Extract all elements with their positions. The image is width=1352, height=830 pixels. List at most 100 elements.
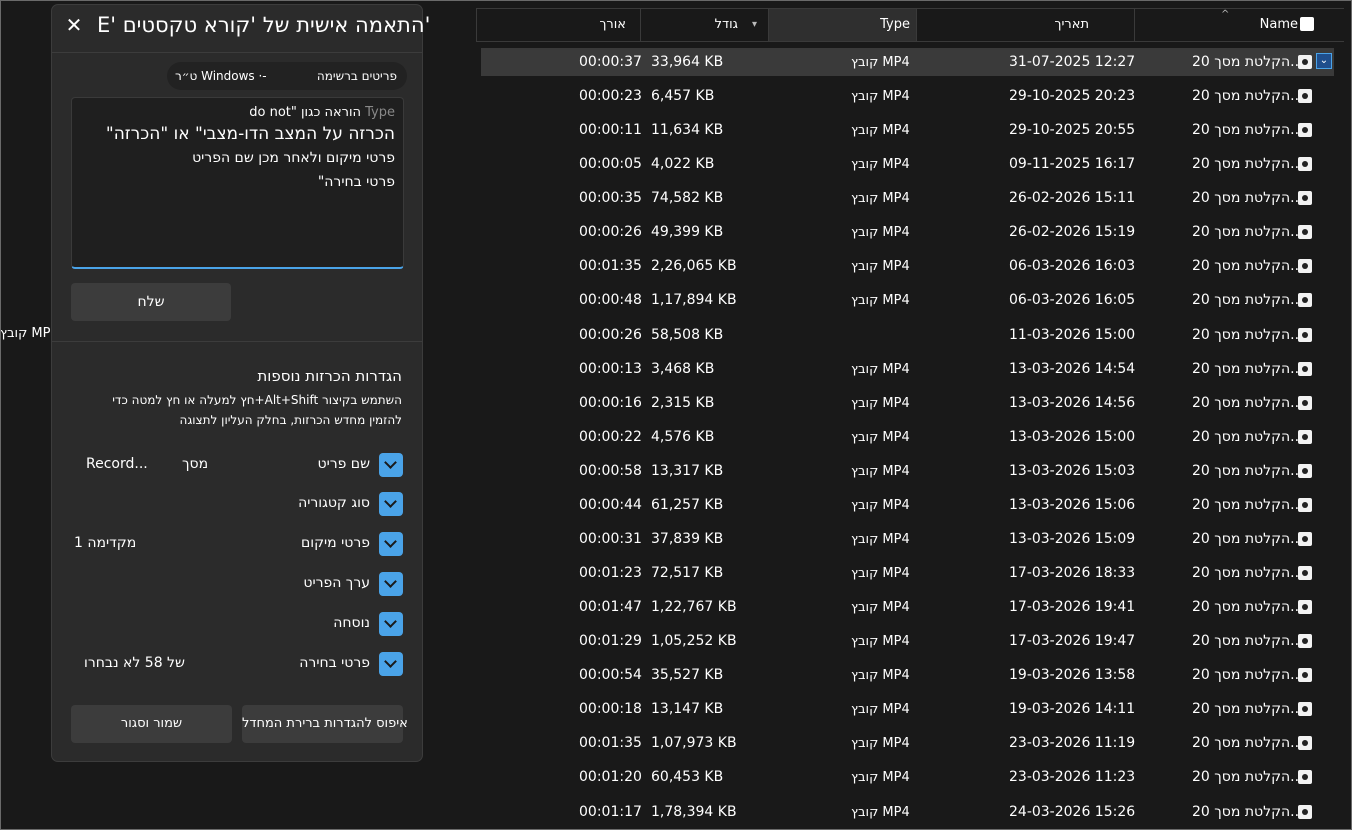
length-cell: 00:00:44: [579, 497, 642, 513]
type-cell: קובץ MP4: [851, 600, 910, 615]
size-cell: 1,78,394 KB: [651, 804, 737, 820]
table-row[interactable]: 00:00:11 11,634 KB קובץ MP4 29-10-2025 20:5…: [481, 116, 1334, 144]
date-cell: 13-03-2026 14:54: [1009, 361, 1136, 377]
table-row[interactable]: 00:01:35 2,26,065 KB קובץ MP4 06-03-2026 16…: [481, 252, 1334, 280]
video-file-icon: [1298, 293, 1312, 307]
table-row[interactable]: 00:01:47 1,22,767 KB קובץ MP4 17-03-2026 19…: [481, 593, 1334, 621]
save-and-close-button[interactable]: שמור וסגור: [71, 705, 232, 743]
select-all-checkbox[interactable]: [1300, 17, 1314, 31]
length-cell: 00:01:20: [579, 769, 642, 785]
table-row[interactable]: 00:01:23 72,517 KB קובץ MP4 17-03-2026 18:3…: [481, 559, 1334, 587]
chevron-down-icon[interactable]: [379, 492, 403, 516]
send-button[interactable]: שלח: [71, 283, 231, 321]
date-cell: 13-03-2026 14:56: [1009, 395, 1136, 411]
date-cell: 26-02-2026 15:11: [1009, 190, 1136, 206]
table-row[interactable]: 00:00:35 74,582 KB קובץ MP4 26-02-2026 15:1…: [481, 184, 1334, 212]
size-cell: 61,257 KB: [651, 497, 724, 513]
date-cell: 13-03-2026 15:09: [1009, 531, 1136, 547]
table-row[interactable]: 00:00:23 6,457 KB קובץ MP4 29-10-2025 20:23…: [481, 82, 1334, 110]
setting-row: נוסחה: [52, 612, 424, 636]
video-file-icon: [1298, 362, 1312, 376]
divider: [52, 341, 422, 342]
type-cell: קובץ MP4: [851, 362, 910, 377]
table-row[interactable]: 00:00:31 37,839 KB קובץ MP4 13-03-2026 15:0…: [481, 525, 1334, 553]
advanced-settings-title: הגדרות הכרזות נוספות: [257, 367, 402, 385]
column-size[interactable]: גודל: [640, 9, 768, 41]
dialog-title: E' התאמה אישית של 'קורא טקסטים': [97, 13, 431, 37]
table-row[interactable]: 00:00:58 13,317 KB קובץ MP4 13-03-2026 15:0…: [481, 457, 1334, 485]
type-cell: קובץ MP4: [851, 293, 910, 308]
table-row[interactable]: 00:00:44 61,257 KB קובץ MP4 13-03-2026 15:0…: [481, 491, 1334, 519]
name-cell: הקלטת מסך 20...: [1192, 463, 1304, 479]
date-cell: 19-03-2026 14:11: [1009, 701, 1136, 717]
video-file-icon: [1298, 770, 1312, 784]
date-cell: 13-03-2026 15:00: [1009, 429, 1136, 445]
name-cell: הקלטת מסך 20...: [1192, 497, 1304, 513]
video-file-icon: [1298, 157, 1312, 171]
table-row[interactable]: 00:00:22 4,576 KB קובץ MP4 13-03-2026 15:00…: [481, 423, 1334, 451]
name-cell: הקלטת מסך 20...: [1192, 667, 1304, 683]
length-cell: 00:00:26: [579, 327, 642, 343]
setting-value: Record...: [86, 456, 148, 472]
table-row[interactable]: 00:01:17 1,78,394 KB קובץ MP4 24-03-2026 15…: [481, 798, 1334, 826]
chevron-down-icon[interactable]: [379, 572, 403, 596]
column-type[interactable]: Type: [768, 9, 916, 41]
table-row[interactable]: 00:00:48 1,17,894 KB קובץ MP4 06-03-2026 16…: [481, 286, 1334, 314]
type-cell: קובץ MP4: [851, 55, 910, 70]
table-row[interactable]: 00:00:54 35,527 KB קובץ MP4 19-03-2026 13:5…: [481, 661, 1334, 689]
date-cell: 23-03-2026 11:19: [1009, 735, 1136, 751]
setting-row: פרטי מיקום 1 מקדימה: [52, 532, 424, 556]
date-cell: 09-11-2025 16:17: [1009, 156, 1136, 172]
table-row[interactable]: 00:00:13 3,468 KB קובץ MP4 13-03-2026 14:54…: [481, 355, 1334, 383]
column-length[interactable]: אורך: [476, 9, 640, 41]
length-cell: 00:00:54: [579, 667, 642, 683]
size-cell: 2,26,065 KB: [651, 258, 737, 274]
type-cell: קובץ MP4: [851, 430, 910, 445]
name-cell: הקלטת מסך 20...: [1192, 292, 1304, 308]
length-cell: 00:00:16: [579, 395, 642, 411]
size-cell: 35,527 KB: [651, 667, 724, 683]
setting-label: פרטי בחירה: [299, 655, 370, 671]
table-row[interactable]: 00:00:05 4,022 KB קובץ MP4 09-11-2025 16:17…: [481, 150, 1334, 178]
chevron-down-icon[interactable]: [379, 612, 403, 636]
table-row[interactable]: 00:00:26 58,508 KB 11-03-2026 15:00 הקלטת מ…: [481, 321, 1334, 349]
table-row[interactable]: 00:00:26 49,399 KB קובץ MP4 26-02-2026 15:1…: [481, 218, 1334, 246]
chevron-down-icon[interactable]: [379, 652, 403, 676]
length-cell: 00:01:35: [579, 735, 642, 751]
type-cell: קובץ MP4: [851, 634, 910, 649]
close-icon[interactable]: ✕: [64, 15, 84, 35]
chevron-down-icon[interactable]: ▾: [752, 19, 764, 31]
chevron-down-icon[interactable]: [379, 453, 403, 477]
divider: [52, 52, 422, 53]
date-cell: 13-03-2026 15:06: [1009, 497, 1136, 513]
video-file-icon: [1298, 191, 1312, 205]
setting-row: ערך הפריט: [52, 572, 424, 596]
video-file-icon: [1298, 498, 1312, 512]
video-file-icon: [1298, 702, 1312, 716]
type-cell: קובץ MP4: [851, 702, 910, 717]
date-cell: 17-03-2026 18:33: [1009, 565, 1136, 581]
table-row[interactable]: 00:00:16 2,315 KB קובץ MP4 13-03-2026 14:56…: [481, 389, 1334, 417]
video-file-icon: [1298, 259, 1312, 273]
table-row[interactable]: 00:01:35 1,07,973 KB קובץ MP4 23-03-2026 11…: [481, 729, 1334, 757]
name-cell: הקלטת מסך 20...: [1192, 156, 1304, 172]
size-cell: 49,399 KB: [651, 224, 724, 240]
name-cell: הקלטת מסך 20...: [1192, 327, 1304, 343]
chevron-down-icon[interactable]: [379, 532, 403, 556]
date-cell: 31-07-2025 12:27: [1009, 54, 1136, 70]
instruction-textarea[interactable]: Type הוראה כגון "do not הכרזה על המצב הד…: [71, 97, 404, 269]
advanced-settings-description: השתמש בקיצור Alt+Shift+חץ למעלה או חץ למ…: [112, 393, 402, 427]
table-row[interactable]: 00:00:37 33,964 KB קובץ MP4 31-07-2025 12:2…: [481, 48, 1334, 76]
textarea-line-3: פרטי מיקום ולאחר מכן שם הפריט: [192, 150, 395, 166]
table-row[interactable]: 00:01:20 60,453 KB קובץ MP4 23-03-2026 11:2…: [481, 763, 1334, 791]
reset-defaults-button[interactable]: איפוס להגדרות ברירת המחדל: [242, 705, 408, 743]
table-row[interactable]: 00:00:18 13,147 KB קובץ MP4 19-03-2026 14:1…: [481, 695, 1334, 723]
length-cell: 00:00:11: [579, 122, 642, 138]
table-row[interactable]: 00:01:29 1,05,252 KB קובץ MP4 17-03-2026 19…: [481, 627, 1334, 655]
column-date[interactable]: תאריך: [916, 9, 1134, 41]
length-cell: 00:00:18: [579, 701, 642, 717]
context-pill[interactable]: פריטים ברשימה ט״ר Windows ·-: [167, 62, 407, 90]
row-checkbox[interactable]: ⌄: [1316, 53, 1332, 69]
pill-label-list-items: פריטים ברשימה: [316, 69, 397, 83]
video-file-icon: [1298, 430, 1312, 444]
